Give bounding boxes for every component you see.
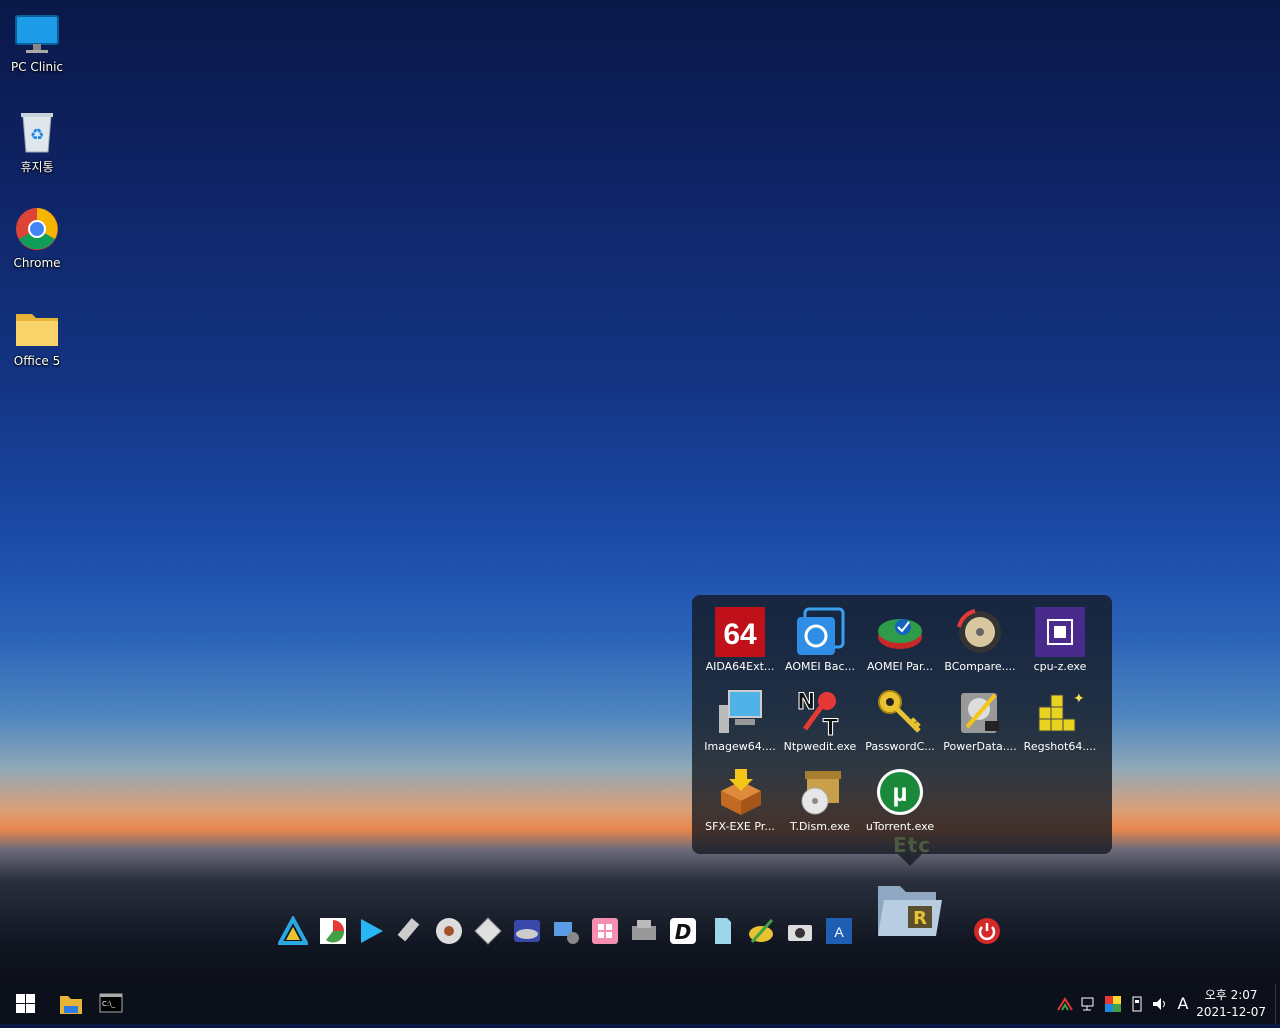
popup-item-powerdata[interactable]: PowerData.... [940, 685, 1020, 765]
sfx-exe-icon [715, 767, 765, 817]
password-key-icon [875, 687, 925, 737]
popup-item-label: uTorrent.exe [865, 820, 935, 833]
regshot-icon: ✦ [1035, 687, 1085, 737]
bcompare-icon [955, 607, 1005, 657]
chrome-icon [14, 206, 60, 252]
etc-folder-icon[interactable]: R [874, 876, 946, 940]
desktop-icon-label: PC Clinic [10, 60, 63, 74]
desktop-icon-office-5[interactable]: Office 5 [0, 296, 74, 368]
aida64-icon: 64 [715, 607, 765, 657]
file-icon[interactable] [707, 916, 737, 946]
utorrent-icon: µ [875, 767, 925, 817]
popup-item-label: BCompare.... [944, 660, 1016, 673]
popup-item-label: AIDA64Ext... [705, 660, 775, 673]
popup-item-tdism[interactable]: T.Dism.exe [780, 765, 860, 845]
svg-text:T: T [823, 716, 838, 737]
pen-app-icon[interactable] [746, 916, 776, 946]
clock-date: 2021-12-07 [1196, 1005, 1266, 1019]
clock-time: 오후 2:07 [1204, 988, 1258, 1002]
tdism-icon [795, 767, 845, 817]
monitor-icon [14, 10, 60, 56]
diamond-app-icon[interactable] [473, 916, 503, 946]
network-drive-icon[interactable] [551, 916, 581, 946]
popup-item-ntpwedit[interactable]: NT Ntpwedit.exe [780, 685, 860, 765]
svg-text:C:\_: C:\_ [102, 1000, 116, 1008]
ime-indicator[interactable]: A [1174, 995, 1192, 1013]
svg-text:D: D [675, 920, 692, 944]
desktop-icon-chrome[interactable]: Chrome [0, 198, 74, 270]
popup-item-regshot[interactable]: ✦ Regshot64.... [1020, 685, 1100, 765]
popup-item-label: PowerData.... [943, 740, 1017, 753]
recycle-bin-icon: ♻ [14, 108, 60, 154]
popup-item-cpu-z[interactable]: cpu-z.exe [1020, 605, 1100, 685]
popup-item-imagew[interactable]: Imagew64.... [700, 685, 780, 765]
cpu-z-icon [1035, 607, 1085, 657]
ntpwedit-icon: NT [795, 687, 845, 742]
popup-item-label: Regshot64.... [1023, 740, 1097, 753]
popup-item-passwordc[interactable]: PasswordC... [860, 685, 940, 765]
popup-item-label: Imagew64.... [704, 740, 776, 753]
powerdata-icon [955, 687, 1005, 737]
play-icon[interactable] [356, 916, 386, 946]
desktop-icon-label: Chrome [13, 256, 61, 270]
popup-item-label: PasswordC... [865, 740, 935, 753]
desktop-icon-label: Office 5 [13, 354, 61, 368]
svg-text:64: 64 [723, 618, 757, 651]
svg-text:N: N [797, 690, 815, 715]
color-app-icon[interactable] [1104, 995, 1122, 1013]
usb-eject-icon[interactable] [1128, 995, 1146, 1013]
popup-item-aida64[interactable]: 64 AIDA64Ext... [700, 605, 780, 685]
desktop-icon-recycle-bin[interactable]: ♻ 휴지통 [0, 100, 74, 175]
popup-title: Etc [893, 833, 932, 857]
command-prompt-icon[interactable]: C:\_ [88, 984, 134, 1024]
folder-icon [14, 304, 60, 350]
a-app-icon[interactable]: A [824, 916, 854, 946]
popup-item-label: AOMEI Bac... [785, 660, 855, 673]
popup-item-label: SFX-EXE Pr... [705, 820, 775, 833]
partition-pie-icon[interactable] [318, 916, 348, 946]
aomei-backupper-icon [795, 607, 845, 657]
hdd-tool-icon[interactable] [629, 916, 659, 946]
aomei-partition-icon [875, 607, 925, 657]
d-app-icon[interactable]: D [668, 916, 698, 946]
taskbar: C:\_ A 오후 2:07 2021-12-07 [0, 984, 1280, 1024]
etc-folder-popup: 64 AIDA64Ext... AOMEI Bac... AOMEI Par..… [692, 595, 1112, 866]
popup-item-label: T.Dism.exe [790, 820, 850, 833]
imagew-icon [715, 687, 765, 737]
volume-icon[interactable] [1151, 995, 1169, 1013]
popup-item-label: Ntpwedit.exe [783, 740, 857, 753]
svg-text:✦: ✦ [1073, 691, 1085, 707]
windows-tiles-icon[interactable] [590, 916, 620, 946]
svg-text:♻: ♻ [30, 125, 44, 144]
show-desktop-button[interactable] [1275, 984, 1280, 1024]
svg-text:R: R [913, 908, 927, 929]
network-share-icon[interactable] [1056, 995, 1074, 1013]
svg-text:A: A [834, 924, 844, 940]
svg-text:µ: µ [893, 777, 908, 807]
windows-start-icon[interactable] [2, 984, 48, 1024]
popup-item-aomei-partition[interactable]: AOMEI Par... [860, 605, 940, 685]
popup-item-label: cpu-z.exe [1033, 660, 1087, 673]
popup-item-aomei-backupper[interactable]: AOMEI Bac... [780, 605, 860, 685]
disk-scan-icon[interactable] [512, 916, 542, 946]
usb-drive-icon[interactable] [395, 916, 425, 946]
popup-item-sfx-exe[interactable]: SFX-EXE Pr... [700, 765, 780, 845]
disc-icon[interactable] [434, 916, 464, 946]
popup-item-bcompare[interactable]: BCompare.... [940, 605, 1020, 685]
popup-item-label: AOMEI Par... [866, 660, 934, 673]
triangle-app-icon[interactable] [276, 914, 310, 946]
camera-icon[interactable] [785, 916, 815, 946]
clock[interactable]: 오후 2:07 2021-12-07 [1196, 987, 1266, 1021]
desktop-icon-label: 휴지통 [20, 160, 54, 174]
power-icon[interactable] [974, 918, 1000, 944]
network-icon[interactable] [1080, 995, 1098, 1013]
desktop-icon-pc-clinic[interactable]: PC Clinic [0, 2, 74, 74]
